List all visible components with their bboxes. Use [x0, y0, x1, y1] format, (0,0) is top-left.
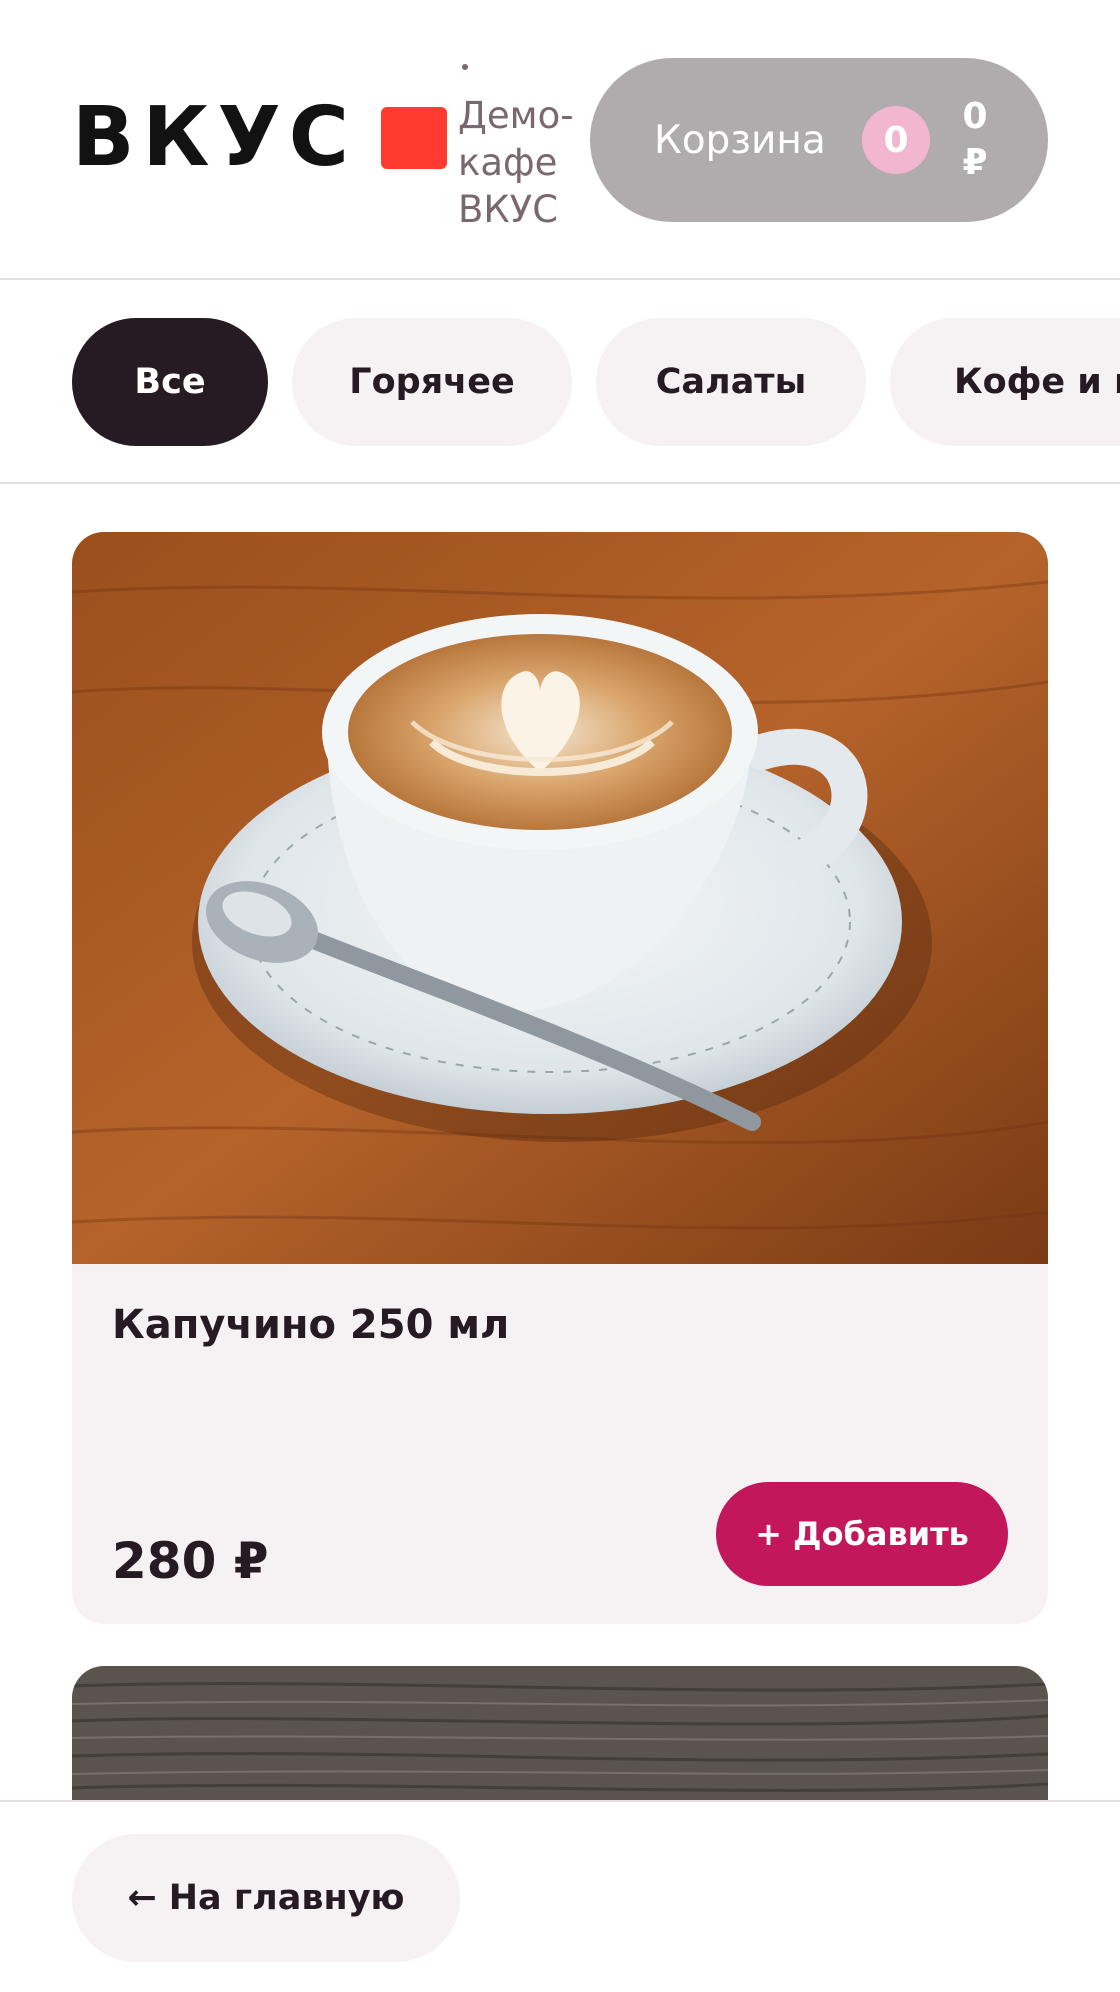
category-chip-all[interactable]: Все	[72, 318, 268, 446]
product-image	[72, 532, 1048, 1264]
site-header: ВКУС Демо-кафе ВКУС Корзина 0 0 ₽	[0, 0, 1120, 280]
cart-total-value: 0	[962, 96, 988, 137]
cart-button[interactable]: Корзина 0 0 ₽	[590, 58, 1048, 222]
add-to-cart-button[interactable]: + Добавить	[716, 1482, 1008, 1586]
category-chip-salads[interactable]: Салаты	[596, 318, 866, 446]
cart-count-badge: 0	[862, 106, 930, 174]
bottom-bar: ← На главную	[0, 1800, 1120, 1992]
home-button-label: На главную	[168, 1878, 405, 1918]
logo-square-icon	[380, 107, 447, 169]
product-title: Капучино 250 мл	[112, 1302, 510, 1348]
back-to-home-button[interactable]: ← На главную	[72, 1834, 460, 1962]
cart-label: Корзина	[654, 117, 826, 163]
brand-logo[interactable]: ВКУС	[72, 90, 447, 185]
product-card: Капучино 250 мл 280 ₽ + Добавить	[72, 532, 1048, 1624]
cart-total: 0 ₽	[950, 94, 1000, 186]
category-tabs: Все Горячее Салаты Кофе и напитки	[0, 282, 1120, 484]
arrow-left-icon: ←	[127, 1878, 157, 1918]
cart-total-currency: ₽	[962, 142, 988, 183]
logo-text: ВКУС	[72, 90, 357, 185]
cafe-name: Демо-кафе ВКУС	[458, 94, 574, 231]
category-chip-hot[interactable]: Горячее	[292, 318, 572, 446]
cafe-dot	[462, 64, 468, 70]
product-image-next	[72, 1666, 1048, 1806]
product-price: 280 ₽	[112, 1532, 269, 1590]
category-chip-coffee[interactable]: Кофе и напитки	[890, 318, 1120, 446]
